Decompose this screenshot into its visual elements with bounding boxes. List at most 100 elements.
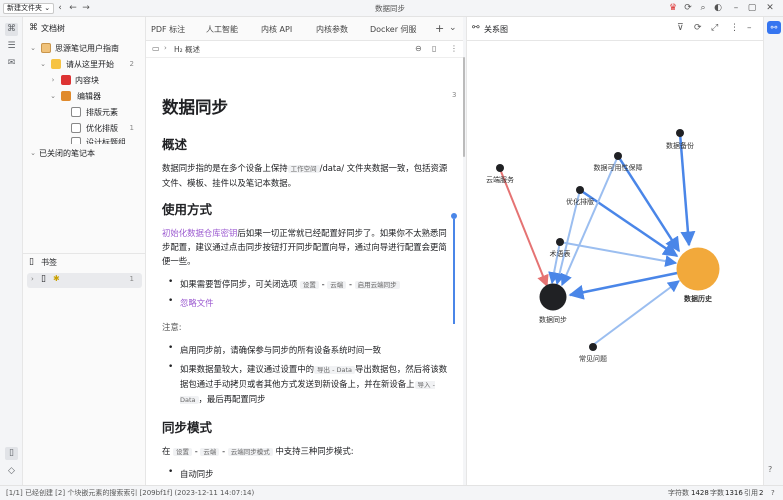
editor-scrollbar[interactable] — [463, 57, 465, 157]
tree-item-optimize[interactable]: 优化排版 1 — [23, 121, 146, 136]
list-item-ignore[interactable]: 忽略文件 — [180, 296, 452, 310]
bullet-icon: • — [168, 343, 174, 353]
inbox-dock-icon[interactable]: ✉ — [5, 57, 18, 70]
window-title: 数据同步 — [375, 4, 405, 13]
tree-item-start[interactable]: ⌄ 请从这里开始 2 — [23, 57, 146, 72]
editor-icon — [61, 91, 71, 101]
graph-node-label: 数据历史 — [684, 294, 713, 303]
bookmark-item[interactable]: › ▯ ✱ 1 — [27, 273, 142, 288]
refresh-icon[interactable]: ⟳ — [694, 23, 702, 33]
book-icon — [41, 43, 51, 53]
tree-item-headings[interactable]: 设计标题组 — [23, 135, 146, 144]
bullet-icon: • — [168, 467, 174, 477]
list-item-auto[interactable]: 自动同步 — [180, 467, 452, 481]
list-item-pause[interactable]: 如果需要暂停同步，可关闭选项 设置 - 云端 - 启用云端同步 — [180, 277, 452, 292]
filetree-dock-icon[interactable]: ⌘ — [5, 23, 18, 36]
note-label[interactable]: 注意: — [162, 320, 452, 334]
tab-kernel-api[interactable]: 内核 API — [261, 24, 292, 35]
block-icon — [61, 75, 71, 85]
bullet-icon: • — [168, 277, 174, 287]
theme-icon[interactable]: ◐ — [712, 2, 724, 14]
crown-icon[interactable]: ♛ — [667, 2, 679, 14]
graph-edge — [592, 280, 680, 346]
tree-item-guide[interactable]: ⌄ 思源笔记用户指南 — [23, 41, 146, 56]
tab-ai[interactable]: 人工智能 — [206, 24, 238, 35]
tree-item-typography[interactable]: 排版元素 — [23, 105, 146, 120]
graph-dock-icon[interactable]: ⚯ — [767, 21, 781, 34]
close-icon[interactable]: ✕ — [764, 2, 776, 14]
workspace-dropdown[interactable]: 新建文件夹 ⌄ — [3, 3, 55, 14]
doc-icon — [71, 123, 81, 133]
graph-node[interactable] — [676, 247, 720, 291]
status-bar: [1/1] 已经创建 [2] 个块嵌元素的搜索索引 [209bf1f] (202… — [0, 485, 783, 500]
add-tab-icon[interactable]: + — [435, 22, 444, 35]
tree-closed-notebooks[interactable]: ⌄ 已关闭的笔记本 — [23, 146, 146, 161]
back-icon[interactable]: ‹ — [54, 2, 66, 14]
sync-icon[interactable]: ⟳ — [682, 2, 694, 14]
char-count-label: 字数 — [710, 489, 724, 497]
tab-docker[interactable]: Docker 伺服 — [370, 24, 417, 35]
doc-title[interactable]: 数据同步 — [162, 94, 228, 118]
tab-bar: PDF 标注 人工智能 内核 API 内核参数 Docker 伺服 + ⌄ — [146, 17, 463, 41]
lock-icon[interactable]: ⊖ — [415, 44, 422, 53]
maximize-icon[interactable]: ▢ — [746, 2, 758, 14]
graph-node-current[interactable] — [539, 283, 567, 311]
tree-item-blocks[interactable]: › 内容块 — [23, 73, 146, 88]
link-init-key[interactable]: 初始化数据仓库密钥 — [162, 228, 237, 238]
filetree-icon: ⌘ — [29, 23, 38, 33]
chevron-right-icon[interactable]: › — [49, 73, 57, 88]
title-bar: 新建文件夹 ⌄ ‹ ← → 数据同步 ♛ ⟳ ⌕ ◐ – ▢ ✕ — [0, 0, 783, 17]
graph-node[interactable] — [496, 164, 504, 172]
filter-icon[interactable]: ⊽ — [677, 23, 684, 33]
chevron-down-icon[interactable]: ⌄ — [449, 23, 457, 33]
chevron-down-icon[interactable]: ⌄ — [49, 89, 57, 104]
paragraph-mode[interactable]: 在 设置 - 云端 - 云端同步模式 中支持三种同步模式: — [162, 444, 452, 459]
chevron-down-icon[interactable]: ⌄ — [39, 57, 47, 72]
heading-usage[interactable]: 使用方式 — [162, 199, 212, 218]
doc-icon[interactable]: ▭ — [152, 44, 160, 53]
word-count-label: 字符数 — [668, 489, 689, 497]
breadcrumb-heading[interactable]: H₂ 概述 — [174, 44, 200, 55]
tag-dock-icon[interactable]: ◇ — [5, 465, 18, 478]
left-dock: ⌘ ☰ ✉ ▯ ◇ — [0, 17, 23, 485]
graph-node[interactable] — [556, 238, 564, 246]
list-item-export[interactable]: 如果数据量较大，建议通过设置中的 导出 - Data 导出数据包，然后将该数据包通过… — [180, 362, 452, 407]
history-back-icon[interactable]: ← — [67, 2, 79, 14]
graph-canvas[interactable]: 数据备份 云端服务 数据可用性保障 优化排版 术语表 数据同步 数据历史 常见问… — [467, 41, 764, 485]
chevron-down-icon[interactable]: ⌄ — [29, 41, 37, 56]
graph-node[interactable] — [576, 186, 584, 194]
file-icon[interactable]: ▯ — [432, 44, 436, 53]
graph-node[interactable] — [676, 129, 684, 137]
help-icon[interactable]: ? — [768, 465, 772, 474]
graph-edge — [499, 168, 549, 288]
heading-overview[interactable]: 概述 — [162, 134, 187, 153]
graph-node-label: 优化排版 — [566, 197, 594, 206]
graph-node[interactable] — [614, 152, 622, 160]
list-item-time[interactable]: 启用同步前，请确保参与同步的所有设备系统时间一致 — [180, 343, 452, 357]
graph-node-label: 术语表 — [550, 249, 571, 258]
graph-node[interactable] — [589, 343, 597, 351]
paragraph-overview[interactable]: 数据同步指的是在多个设备上保持 工作空间/data/ 文件夹数据一致，包括资源文件… — [162, 161, 452, 190]
graph-edge — [560, 155, 619, 287]
fullscreen-icon[interactable]: ⤢ — [711, 23, 718, 33]
bookmark-dock-icon[interactable]: ▯ — [5, 447, 18, 460]
tab-kernel-params[interactable]: 内核参数 — [316, 24, 348, 35]
search-icon[interactable]: ⌕ — [697, 2, 709, 14]
help-icon[interactable]: ? — [771, 486, 775, 500]
chevron-right-icon[interactable]: › — [31, 275, 34, 283]
char-count-value: 1316 — [725, 489, 743, 497]
graph-node-label: 数据备份 — [666, 141, 694, 150]
tree-item-editor[interactable]: ⌄ 编辑器 — [23, 89, 146, 104]
more-icon[interactable]: ⋮ — [450, 44, 458, 53]
more-icon[interactable]: ⋮ — [730, 23, 739, 33]
minimize-icon[interactable]: – — [747, 23, 752, 33]
minimize-icon[interactable]: – — [730, 2, 742, 14]
chevron-down-icon[interactable]: ⌄ — [29, 146, 37, 161]
paragraph-usage[interactable]: 初始化数据仓库密钥后如果一切正常就已经配置好同步了。如果你不太熟悉同步配置，建议… — [162, 226, 452, 268]
heading-mode[interactable]: 同步模式 — [162, 417, 212, 436]
forward-icon[interactable]: → — [80, 2, 92, 14]
outline-dock-icon[interactable]: ☰ — [5, 40, 18, 53]
graph-node-label: 数据同步 — [539, 315, 567, 324]
tab-pdf[interactable]: PDF 标注 — [151, 24, 185, 35]
link-ignore-file[interactable]: 忽略文件 — [180, 298, 214, 308]
